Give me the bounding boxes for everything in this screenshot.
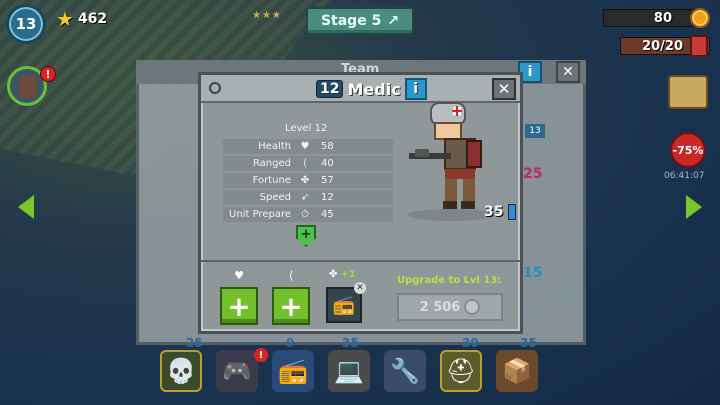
stat-value: 45 <box>321 209 334 220</box>
stat-row-health: Health ♥ 58 <box>223 139 393 154</box>
stats-list: Health ♥ 58 Ranged ⟨ 40 Fortune ✤ 57 Spe… <box>223 119 393 231</box>
unit-count-label: 35 <box>520 336 537 350</box>
stat-name: Unit Prepare <box>229 209 291 220</box>
radio-icon: 📻 <box>332 294 356 316</box>
upgrade-cost-button[interactable]: 2 506 <box>397 293 503 321</box>
upgrade-cost-value: 2 506 <box>419 299 461 315</box>
stat-value: 57 <box>321 175 334 186</box>
stars-counter: ★ 462 <box>56 7 107 31</box>
discount-timer: 06:41:07 <box>664 171 705 181</box>
player-level-value: 13 <box>15 15 37 33</box>
stat-row-ranged: Ranged ⟨ 40 <box>223 156 393 171</box>
clover-icon: ✤ <box>300 175 310 186</box>
unit-count-label: 9 <box>286 336 295 350</box>
fortune-bonus-value: +1 <box>340 269 356 280</box>
stat-name: Ranged <box>252 158 291 169</box>
stat-value: 58 <box>321 141 334 152</box>
stars-value: 462 <box>77 11 108 27</box>
coins-bar: 80 <box>603 9 699 27</box>
skull-icon[interactable]: 💀 <box>160 350 202 392</box>
unit-count-label: 25 <box>523 166 543 182</box>
unit-count-label: 35 <box>342 336 359 350</box>
stat-name: Fortune <box>252 175 291 186</box>
coin-icon <box>464 299 481 315</box>
stat-row-fortune: Fortune ✤ 57 <box>223 173 393 188</box>
computer-icon[interactable]: 💻 <box>328 350 370 392</box>
unit-level-badge: 13 <box>525 124 545 138</box>
supply-box-icon[interactable] <box>668 75 708 109</box>
bottom-dock: 💀 🎮 📻 💻 🔧 ⛑ 📦 <box>160 350 538 392</box>
fortune-bonus: ✤ +1 <box>329 269 356 280</box>
potion-icon <box>508 204 517 220</box>
stat-name: Health <box>258 141 291 152</box>
crate-icon[interactable]: 📦 <box>496 350 538 392</box>
upgrade-health-button[interactable]: + <box>220 287 258 325</box>
gamepad-icon[interactable]: 🎮 <box>216 350 258 392</box>
boot-icon: ➶ <box>300 192 310 203</box>
stat-row-unit-prepare: Unit Prepare ⏱ 45 <box>223 207 393 222</box>
coins-value: 80 <box>653 10 672 26</box>
unit-count: 35 <box>484 204 517 220</box>
unit-detail-dialog: 12 Medic i ✕ Level 12 Health ♥ 58 Ranged… <box>198 72 523 334</box>
unit-count-label: 25 <box>186 336 203 350</box>
ring-icon <box>209 82 221 94</box>
stopwatch-icon: ⏱ <box>301 209 309 220</box>
bow-icon: ⟨ <box>303 158 307 169</box>
energy-icon[interactable] <box>690 35 708 57</box>
bow-icon: ⟨ <box>288 269 294 282</box>
stat-value: 40 <box>321 158 334 169</box>
divider <box>201 260 520 262</box>
unit-count-label: 15 <box>523 265 543 281</box>
unit-count-value: 35 <box>484 204 504 220</box>
medic-shield-icon: + <box>296 225 316 247</box>
coin-icon[interactable] <box>690 8 710 28</box>
helmet-icon[interactable]: ⛑ <box>440 350 482 392</box>
stage-label: Stage 5 <box>320 13 382 29</box>
alert-icon: ! <box>254 348 268 362</box>
upgrade-ranged-button[interactable]: + <box>272 287 310 325</box>
discount-value: -75% <box>672 143 704 157</box>
stage-button[interactable]: Stage 5 ↗ <box>306 7 414 35</box>
tools-icon[interactable]: 🔧 <box>384 350 426 392</box>
alert-icon: ! <box>40 66 56 82</box>
unit-level-chip: 12 <box>316 80 344 98</box>
energy-value: 20/20 <box>642 38 683 54</box>
stat-value: 12 <box>321 192 334 203</box>
stat-row-speed: Speed ➶ 12 <box>223 190 393 205</box>
heart-icon: ♥ <box>234 269 244 282</box>
stat-name: Speed <box>259 192 291 203</box>
team-close-button[interactable]: ✕ <box>556 61 580 83</box>
heart-icon: ♥ <box>300 141 310 152</box>
radio-icon[interactable]: 📻 <box>272 350 314 392</box>
clover-icon: ✤ <box>329 269 338 280</box>
stage-stars-icon: ★★★ <box>252 10 282 21</box>
arrow-up-right-icon: ↗ <box>387 13 400 29</box>
arrow-left-icon[interactable] <box>18 195 34 219</box>
arrow-right-icon[interactable] <box>686 195 702 219</box>
unit-name: Medic <box>347 79 401 99</box>
player-level-badge[interactable]: 13 <box>6 4 46 44</box>
star-icon: ★ <box>56 7 74 31</box>
unit-count-label: 30 <box>462 336 479 350</box>
remove-item-button[interactable]: ✕ <box>354 282 366 294</box>
upgrade-label: Upgrade to Lvl 13: <box>397 275 502 286</box>
discount-badge[interactable]: -75% <box>670 132 706 168</box>
